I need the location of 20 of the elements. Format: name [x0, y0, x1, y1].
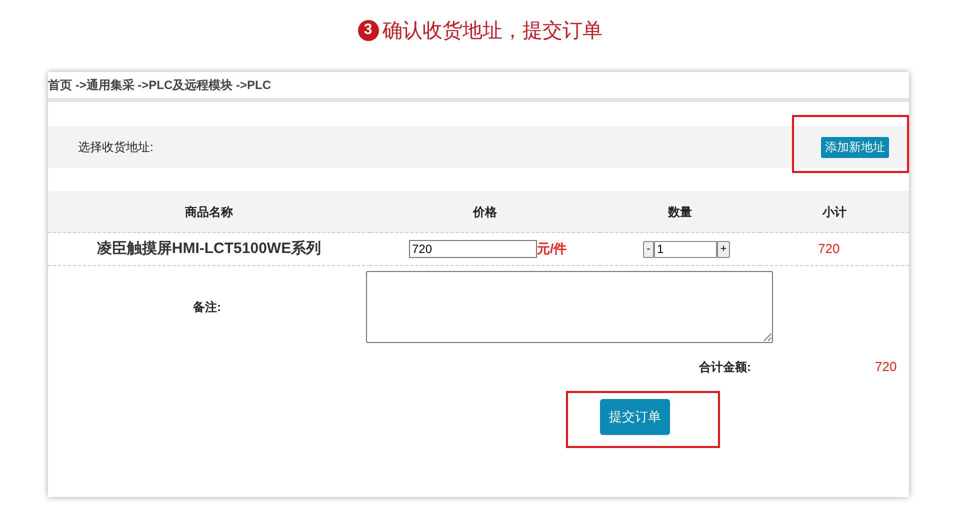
breadcrumb: 首页 ->通用集采 ->PLC及远程模块 ->PLC [48, 77, 272, 94]
remark-label: 备注: [193, 299, 221, 316]
subtotal: 720 [818, 240, 840, 258]
step-number: 3 [358, 20, 378, 41]
total-label: 合计金额: [699, 359, 752, 376]
column-header: 小计 [822, 204, 846, 220]
total-amount: 720 [875, 358, 897, 376]
submit-order-button[interactable]: 提交订单 [600, 399, 670, 435]
column-header: 商品名称 [185, 204, 233, 220]
price-unit: 元/件 [537, 240, 567, 258]
quantity-field[interactable]: 1 [654, 240, 717, 258]
increase-button[interactable]: + [717, 240, 730, 258]
add-address-button[interactable]: 添加新地址 [821, 136, 889, 158]
price-field[interactable]: 720 [409, 240, 537, 258]
decrease-button[interactable]: - [643, 240, 654, 258]
address-label: 选择收货地址: [78, 139, 154, 156]
column-header: 价格 [473, 204, 497, 220]
column-header: 数量 [668, 204, 692, 220]
step-title: 确认收货地址，提交订单 [382, 18, 602, 44]
product-name: 凌臣触摸屏HMI-LCT5100WE系列 [96, 238, 322, 259]
